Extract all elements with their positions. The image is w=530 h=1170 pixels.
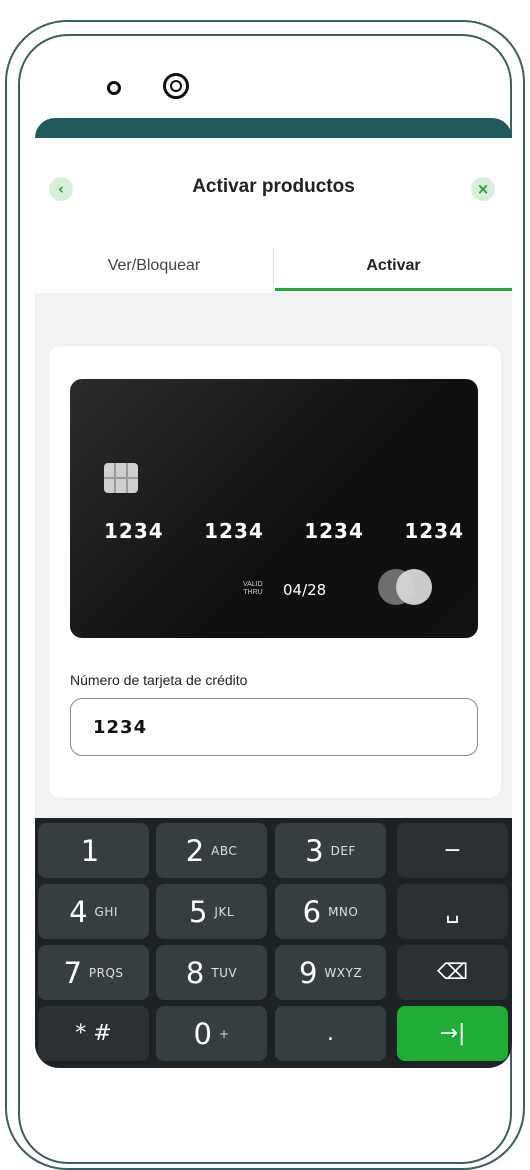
close-button[interactable]: × xyxy=(471,177,495,201)
key-letters: WXYZ xyxy=(324,965,363,980)
card-chip-icon xyxy=(104,463,138,493)
key-symbols[interactable]: * # xyxy=(38,1006,149,1061)
key-0[interactable]: 0 + xyxy=(156,1006,267,1061)
camera-small-icon xyxy=(107,81,121,95)
card-number-group: 1234 xyxy=(304,519,364,543)
key-digit: 2 xyxy=(185,833,205,868)
key-digit: 7 xyxy=(63,955,82,990)
key-next[interactable]: →| xyxy=(397,1006,508,1061)
key-4[interactable]: 4 GHI xyxy=(38,884,149,939)
card-number-field-label: Número de tarjeta de crédito xyxy=(70,672,248,688)
activation-panel: 1234 1234 1234 1234 VALID THRU 04/28 Núm… xyxy=(49,346,501,798)
key-minus[interactable]: − xyxy=(397,823,508,878)
close-icon: × xyxy=(476,180,490,198)
card-number-input[interactable] xyxy=(70,698,478,756)
key-digit: 4 xyxy=(69,894,88,929)
page-title: Activar productos xyxy=(192,176,355,197)
key-period[interactable]: . xyxy=(275,1006,386,1061)
card-number-group: 1234 xyxy=(404,519,464,543)
period-label: . xyxy=(327,1021,334,1046)
card-number: 1234 1234 1234 1234 xyxy=(104,519,464,543)
card-brand-circle-right xyxy=(396,569,432,605)
header: ‹ Activar productos × Ver/Bloquear Activ… xyxy=(35,138,512,293)
key-7[interactable]: 7 PRQS xyxy=(38,945,149,1000)
key-digit: 6 xyxy=(302,894,322,929)
key-1[interactable]: 1 xyxy=(38,823,149,878)
key-5[interactable]: 5 JKL xyxy=(156,884,267,939)
valid-thru-label: VALID THRU xyxy=(243,581,263,597)
key-letters: TUV xyxy=(211,965,238,980)
key-digit: 3 xyxy=(305,833,324,868)
card-number-group: 1234 xyxy=(204,519,264,543)
key-space[interactable]: ␣ xyxy=(397,884,508,939)
tab-divider xyxy=(273,248,274,286)
symbols-label: * # xyxy=(75,1021,112,1046)
card-number-group: 1234 xyxy=(104,519,164,543)
tab-bar: Ver/Bloquear Activar xyxy=(35,238,512,293)
space-icon: ␣ xyxy=(445,899,460,924)
camera-lens-icon xyxy=(163,73,189,99)
key-6[interactable]: 6 MNO xyxy=(275,884,386,939)
valid-label-line2: THRU xyxy=(243,589,263,596)
key-digit: 1 xyxy=(80,833,100,868)
numeric-keyboard: 1 2 ABC 3 DEF − 4 GHI 5 JKL 6 MNO ␣ 7 PRQS 8 TU… xyxy=(35,818,512,1068)
valid-label-line1: VALID xyxy=(243,581,263,588)
tab-ver-bloquear[interactable]: Ver/Bloquear xyxy=(35,238,273,293)
key-letters: DEF xyxy=(330,843,356,858)
app-view: ‹ Activar productos × Ver/Bloquear Activ… xyxy=(35,138,512,1068)
phone-screen: ‹ Activar productos × Ver/Bloquear Activ… xyxy=(35,118,512,1068)
key-letters: GHI xyxy=(94,904,118,919)
backspace-icon: ⌫ xyxy=(436,960,469,985)
card-brand-logo-icon xyxy=(378,569,432,605)
active-tab-indicator xyxy=(275,288,512,291)
key-digit: 8 xyxy=(185,955,205,990)
key-digit: 5 xyxy=(188,894,208,929)
key-letters: + xyxy=(218,1026,230,1041)
key-9[interactable]: 9 WXYZ xyxy=(275,945,386,1000)
tab-activar[interactable]: Activar xyxy=(275,238,512,293)
key-digit: 0 xyxy=(193,1016,212,1051)
key-backspace[interactable]: ⌫ xyxy=(397,945,508,1000)
key-letters: JKL xyxy=(214,904,235,919)
next-tab-icon: →| xyxy=(439,1021,466,1046)
key-2[interactable]: 2 ABC xyxy=(156,823,267,878)
key-letters: PRQS xyxy=(88,965,124,980)
minus-icon: − xyxy=(443,838,462,863)
key-digit: 9 xyxy=(298,955,318,990)
card-expiry: 04/28 xyxy=(283,581,327,599)
key-letters: ABC xyxy=(211,843,238,858)
key-letters: MNO xyxy=(328,904,359,919)
key-3[interactable]: 3 DEF xyxy=(275,823,386,878)
credit-card-preview: 1234 1234 1234 1234 VALID THRU 04/28 xyxy=(70,379,478,638)
key-8[interactable]: 8 TUV xyxy=(156,945,267,1000)
